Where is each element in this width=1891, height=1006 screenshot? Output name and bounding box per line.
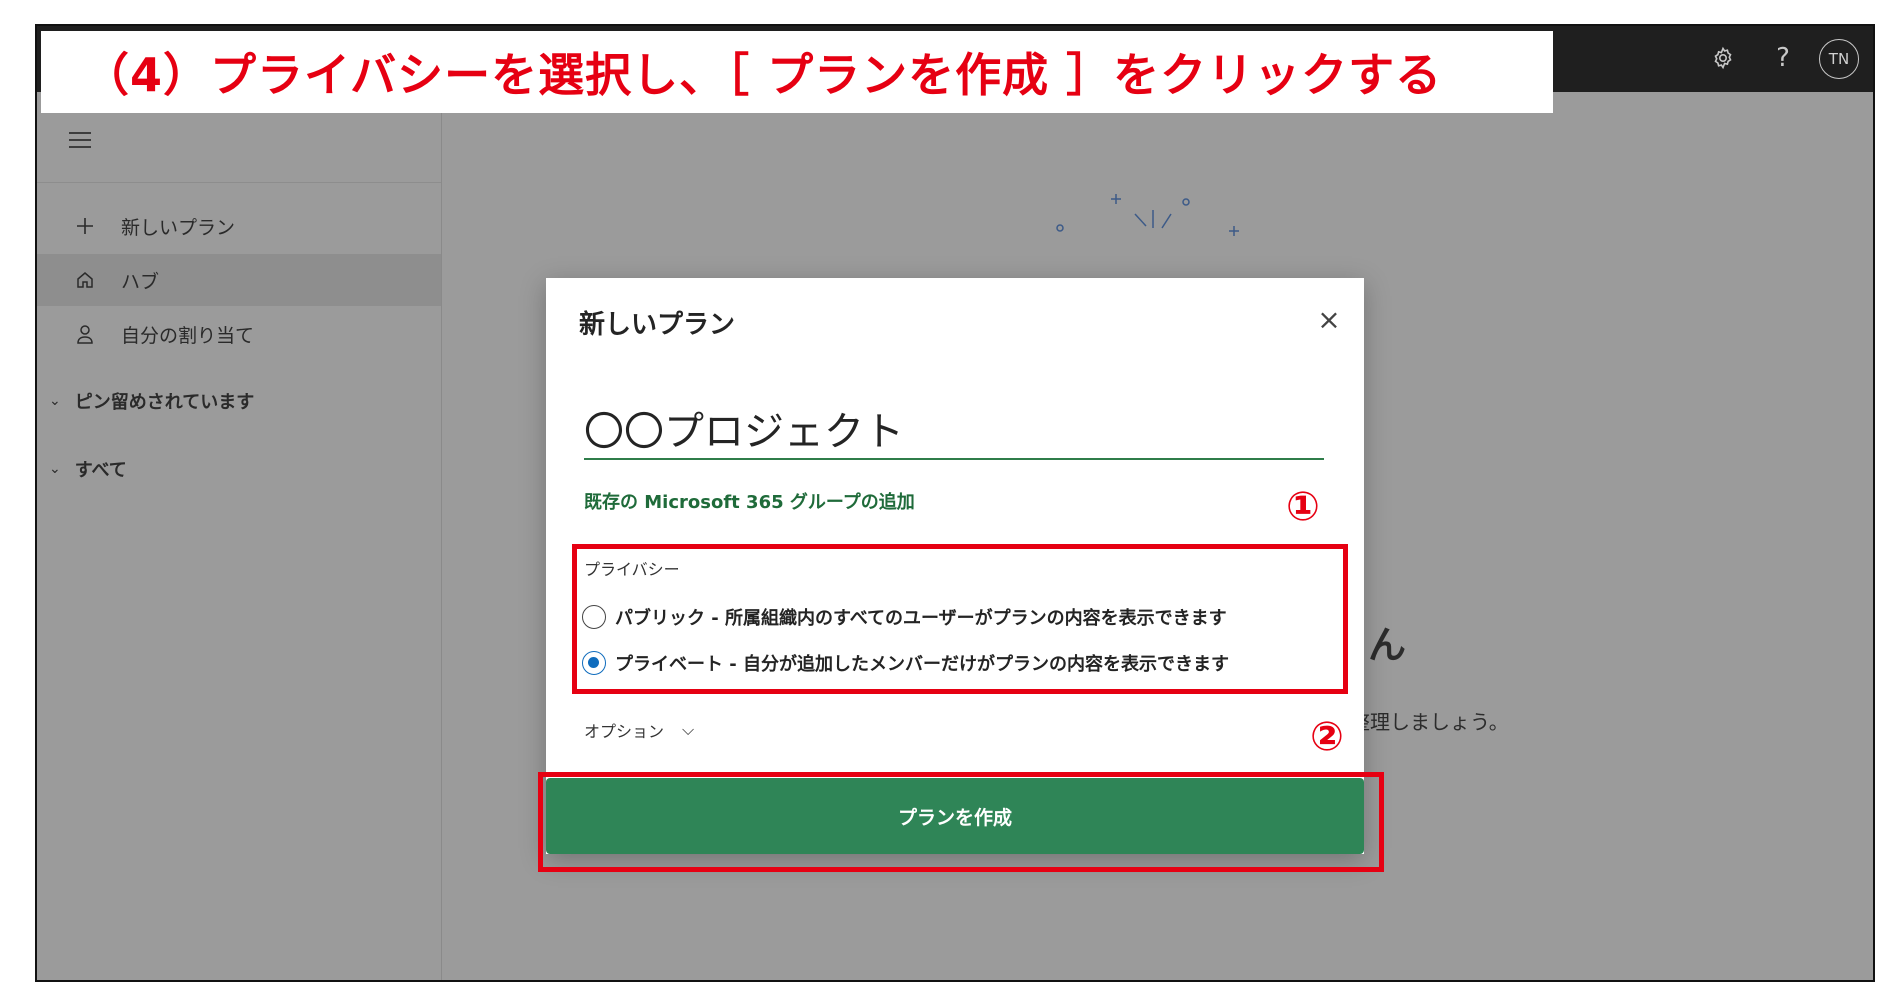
- instruction-banner: （4）プライバシーを選択し、［ プランを作成 ］をクリックする: [41, 31, 1553, 113]
- step2-marker: ②: [1310, 714, 1344, 760]
- sidebar-section-all[interactable]: ⌄ すべて: [49, 456, 127, 482]
- sidebar-item-new-plan[interactable]: 新しいプラン: [37, 200, 441, 252]
- help-icon[interactable]: ?: [1763, 38, 1803, 78]
- settings-gear-icon[interactable]: [1703, 38, 1743, 78]
- chevron-down-icon: ⌄: [49, 393, 61, 409]
- options-expander[interactable]: オプション ⌵: [584, 718, 694, 742]
- home-icon: [73, 268, 97, 292]
- options-label: オプション: [584, 722, 665, 741]
- chevron-down-icon: ⌄: [49, 461, 61, 477]
- user-avatar[interactable]: TN: [1819, 39, 1859, 79]
- plan-name-input[interactable]: [584, 398, 1324, 460]
- sidebar: 新しいプラン ハブ 自分の割り当て ⌄ ピン留めされています ⌄ すべて: [37, 92, 442, 980]
- create-button-highlight-box: [538, 772, 1384, 872]
- hub-illustration-icon: [1056, 194, 1239, 236]
- hamburger-menu-icon[interactable]: [69, 132, 91, 148]
- chevron-down-icon: ⌵: [682, 720, 695, 739]
- sidebar-section-pinned[interactable]: ⌄ ピン留めされています: [49, 388, 254, 414]
- sidebar-divider: [37, 182, 441, 183]
- instruction-text: （4）プライバシーを選択し、［ プランを作成 ］をクリックする: [83, 48, 1443, 102]
- sidebar-item-my-tasks[interactable]: 自分の割り当て: [37, 308, 441, 360]
- sidebar-item-label: 新しいプラン: [121, 216, 236, 239]
- sidebar-section-label: ピン留めされています: [74, 392, 255, 413]
- sidebar-item-label: ハブ: [121, 270, 160, 293]
- sidebar-item-label: 自分の割り当て: [121, 324, 255, 347]
- person-icon: [73, 322, 97, 346]
- step1-marker: ①: [1286, 484, 1320, 530]
- sidebar-item-hub[interactable]: ハブ: [37, 254, 441, 306]
- add-existing-group-link[interactable]: 既存の Microsoft 365 グループの追加: [584, 488, 915, 514]
- close-icon[interactable]: ×: [1314, 303, 1344, 336]
- plus-icon: [73, 214, 97, 238]
- privacy-highlight-box: [572, 544, 1348, 694]
- sidebar-section-label: すべて: [74, 460, 127, 481]
- dialog-title: 新しいプラン: [579, 310, 736, 340]
